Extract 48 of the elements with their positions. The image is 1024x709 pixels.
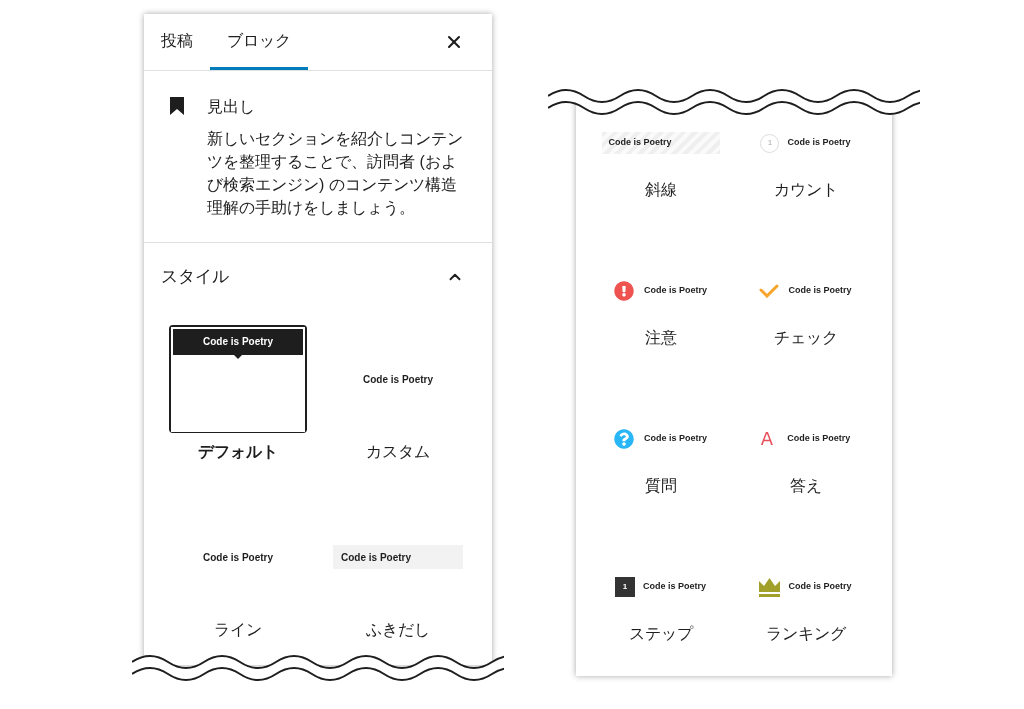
- block-description: 新しいセクションを紹介しコンテンツを整理することで、訪問者 (および検索エンジン) のコンテンツ構造理解の手助けをしましょう。: [207, 129, 464, 218]
- style-option[interactable]: Code is Poetry 質問: [588, 424, 733, 497]
- styles-section-toggle[interactable]: スタイル: [144, 243, 492, 311]
- answer-marker: A: [760, 430, 774, 448]
- check-icon: [759, 284, 780, 298]
- pointer-icon: [234, 354, 242, 359]
- sample-heading-text: Code is Poetry: [608, 136, 672, 150]
- style-option[interactable]: Code is Poetry 注意: [588, 276, 733, 349]
- sample-heading-text: Code is Poetry: [341, 550, 412, 565]
- sample-heading-text: Code is Poetry: [787, 136, 851, 150]
- style-label: カウント: [773, 180, 838, 200]
- style-label: ランキング: [765, 624, 846, 644]
- style-label: デフォルト: [198, 442, 278, 462]
- style-option[interactable]: Code is Poetry カスタム: [318, 325, 478, 463]
- style-label: 答え: [789, 476, 822, 496]
- block-title: 見出し: [207, 97, 256, 117]
- sample-heading-text: Code is Poetry: [363, 372, 433, 387]
- sample-heading-text: Code is Poetry: [203, 335, 273, 349]
- style-option[interactable]: 1 Code is Poetry カウント: [733, 128, 878, 201]
- tab[interactable]: 投稿: [144, 14, 210, 70]
- sample-heading-text: Code is Poetry: [788, 580, 852, 594]
- style-label: 注意: [644, 328, 677, 348]
- style-option[interactable]: Code is Poetry 斜線: [588, 128, 733, 201]
- style-option[interactable]: Code is Poetry ランキング: [733, 572, 878, 645]
- tab[interactable]: ブロック: [210, 14, 308, 70]
- sample-heading-text: Code is Poetry: [644, 284, 707, 298]
- style-option[interactable]: A Code is Poetry 答え: [733, 424, 878, 497]
- style-label: カスタム: [366, 442, 430, 462]
- style-label: 質問: [644, 476, 677, 496]
- sample-heading-text: Code is Poetry: [788, 284, 852, 298]
- sample-heading-text: Code is Poetry: [644, 432, 707, 446]
- style-option[interactable]: Code is Poetry ふきだし: [318, 503, 478, 641]
- sample-heading-text: Code is Poetry: [643, 580, 706, 594]
- style-label: ライン: [214, 620, 262, 640]
- style-option[interactable]: 1 Code is Poetry ステップ: [588, 572, 733, 645]
- style-label: ステップ: [628, 624, 693, 644]
- sample-heading-text: Code is Poetry: [203, 550, 273, 565]
- crown-icon: [759, 577, 781, 597]
- bookmark-icon: [170, 97, 184, 115]
- style-option[interactable]: Code is Poetry チェック: [733, 276, 878, 349]
- step-number-badge: 1: [615, 577, 635, 597]
- section-title: スタイル: [161, 266, 229, 289]
- count-badge: 1: [760, 133, 780, 153]
- style-option[interactable]: Code is Poetry ライン: [158, 503, 318, 641]
- style-label: ふきだし: [366, 620, 430, 640]
- style-label: チェック: [773, 328, 838, 348]
- sample-heading-text: Code is Poetry: [787, 432, 851, 446]
- style-label: 斜線: [644, 180, 677, 200]
